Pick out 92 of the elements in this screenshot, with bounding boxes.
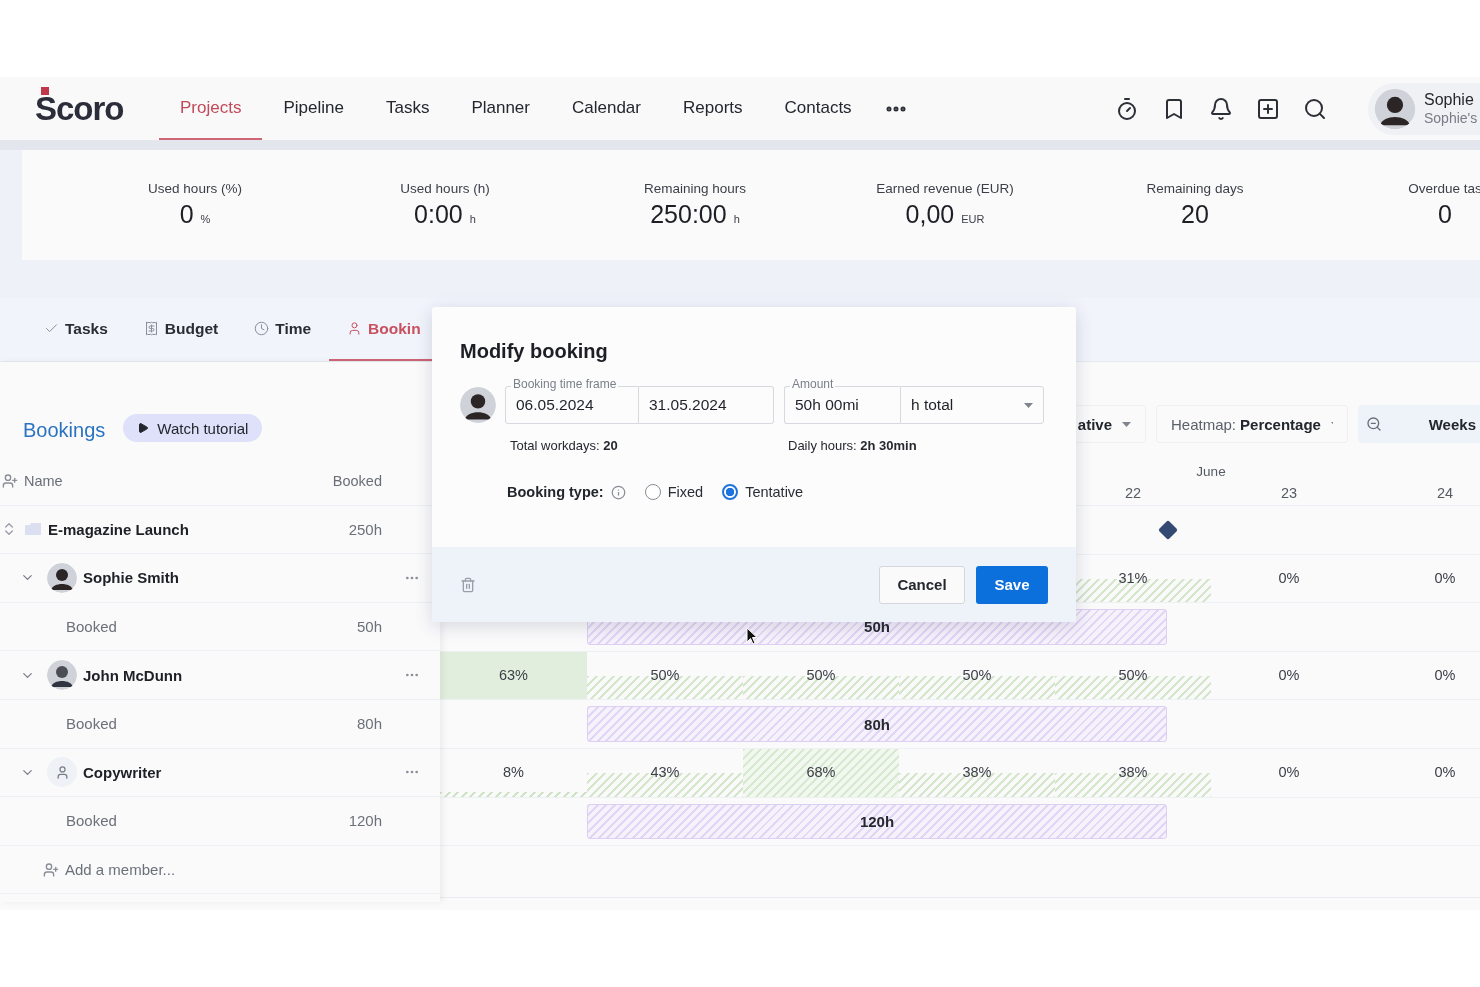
- add-icon[interactable]: [1255, 96, 1280, 121]
- add-person-icon: [43, 861, 59, 878]
- stat-label: Remaining hours: [643, 181, 747, 196]
- nav-link[interactable]: Planner: [450, 77, 551, 140]
- add-member-link[interactable]: Add a member...: [65, 861, 176, 879]
- caret-icon: [1024, 402, 1033, 408]
- month-label: June: [1196, 464, 1226, 479]
- section-title: Bookings: [23, 419, 106, 442]
- stat-label: Remaining days: [1146, 181, 1244, 196]
- member-name[interactable]: Sophie Smith: [83, 569, 179, 587]
- person-icon: [347, 321, 363, 336]
- avatar-icon: [47, 563, 77, 593]
- heatmap-cell-text: 0%: [1277, 665, 1301, 685]
- stat-unit: h: [733, 213, 740, 225]
- user-subtitle: Sophie's: [1424, 108, 1478, 128]
- dialog-title: Modify booking: [460, 340, 609, 363]
- day-label: 22: [1124, 484, 1142, 501]
- avatar-icon: [47, 660, 77, 691]
- column-header: Booked: [332, 472, 382, 489]
- stat-value: 250:00: [650, 200, 727, 229]
- play-icon: [137, 422, 150, 434]
- stat-value: 0:00: [414, 200, 463, 229]
- search-icon[interactable]: [1302, 96, 1327, 121]
- caret-icon: [1122, 421, 1131, 427]
- nav-link[interactable]: Projects: [159, 77, 263, 140]
- booked-label: Booked: [66, 715, 117, 733]
- heatmap-dropdown[interactable]: Heatmap: Percentage: [1156, 405, 1348, 443]
- booked-label: Booked: [66, 618, 117, 636]
- save-button[interactable]: Save: [976, 565, 1048, 604]
- nav-link[interactable]: Calendar: [551, 77, 662, 140]
- unit-select[interactable]: h total: [900, 386, 1044, 424]
- day-label: 24: [1436, 484, 1454, 501]
- radio-option[interactable]: Tentative: [722, 484, 804, 500]
- logo[interactable]: Scoro: [35, 89, 159, 128]
- column-header: Name: [24, 472, 63, 489]
- nav-link[interactable]: Tasks: [364, 77, 451, 140]
- tab[interactable]: Tasks: [26, 298, 126, 361]
- daily-hours-text: Daily hours: 2h 30min: [788, 438, 918, 453]
- booked-hours: 250h: [348, 520, 382, 538]
- stat-unit: %: [200, 213, 211, 225]
- stat-value: 0: [1438, 200, 1452, 229]
- clock-icon: [254, 321, 270, 336]
- booking-type-label: Booking type:: [507, 484, 604, 500]
- heatmap-cell: 63%: [440, 651, 587, 700]
- avatar-icon: [1374, 88, 1416, 129]
- logo-mark-icon: [41, 86, 49, 95]
- tab[interactable]: Time: [236, 298, 330, 361]
- add-person-icon[interactable]: [2, 472, 18, 489]
- heatmap-cell-text: 0%: [1433, 762, 1457, 782]
- heatmap-cell-text: 0%: [1277, 762, 1301, 782]
- nav-link[interactable]: Pipeline: [262, 77, 365, 140]
- tab[interactable]: Budget: [125, 298, 237, 361]
- booked-label: Booked: [66, 812, 117, 830]
- heatmap-cell-text: 0%: [1277, 568, 1301, 588]
- stat-value: 20: [1181, 200, 1209, 229]
- day-label: 23: [1280, 484, 1298, 501]
- project-name[interactable]: E-magazine Launch: [48, 520, 189, 538]
- stat-unit: EUR: [961, 213, 985, 225]
- booked-hours: 50h: [356, 618, 382, 636]
- folder-icon: [25, 523, 41, 536]
- heatmap-cell: 68%: [743, 748, 899, 797]
- receipt-icon: [143, 321, 159, 336]
- nav-link[interactable]: Reports: [662, 77, 764, 140]
- zoom-out-icon: [1366, 416, 1382, 432]
- person-icon: [54, 764, 70, 780]
- heatmap-cell-text: 0%: [1433, 665, 1457, 685]
- user-name[interactable]: Sophie: [1424, 89, 1478, 109]
- radio-option[interactable]: Fixed: [644, 484, 704, 500]
- stat-unit: h: [469, 213, 476, 225]
- trash-icon[interactable]: [460, 576, 476, 593]
- booked-hours: 80h: [356, 715, 382, 733]
- info-icon[interactable]: [610, 484, 626, 500]
- avatar-icon: [460, 387, 496, 423]
- pointer-icon: [746, 627, 758, 645]
- cancel-button[interactable]: Cancel: [879, 565, 965, 604]
- bell-icon[interactable]: [1208, 96, 1233, 121]
- stat-label: Earned revenue (EUR): [876, 181, 1014, 196]
- stat-value: 0,00: [905, 200, 955, 229]
- end-date-field[interactable]: 31.05.2024: [639, 386, 774, 424]
- scale-selector[interactable]: Weeks: [1358, 405, 1480, 443]
- nav-link[interactable]: Contacts: [763, 77, 873, 140]
- watch-tutorial-button[interactable]: Watch tutorial: [123, 414, 263, 442]
- booking-bar[interactable]: 80h: [587, 706, 1167, 742]
- booking-bar[interactable]: 120h: [587, 803, 1167, 840]
- booked-hours: 120h: [348, 812, 382, 830]
- stat-label: Used hours (h): [400, 181, 490, 196]
- member-name[interactable]: John McDunn: [83, 666, 183, 684]
- stat-value: 0: [179, 200, 194, 229]
- workdays-text: Total workdays: 20: [510, 438, 619, 453]
- stat-label: Used hours (%): [148, 181, 242, 196]
- heatmap-cell-text: 0%: [1433, 568, 1457, 588]
- member-name[interactable]: Copywriter: [83, 763, 162, 781]
